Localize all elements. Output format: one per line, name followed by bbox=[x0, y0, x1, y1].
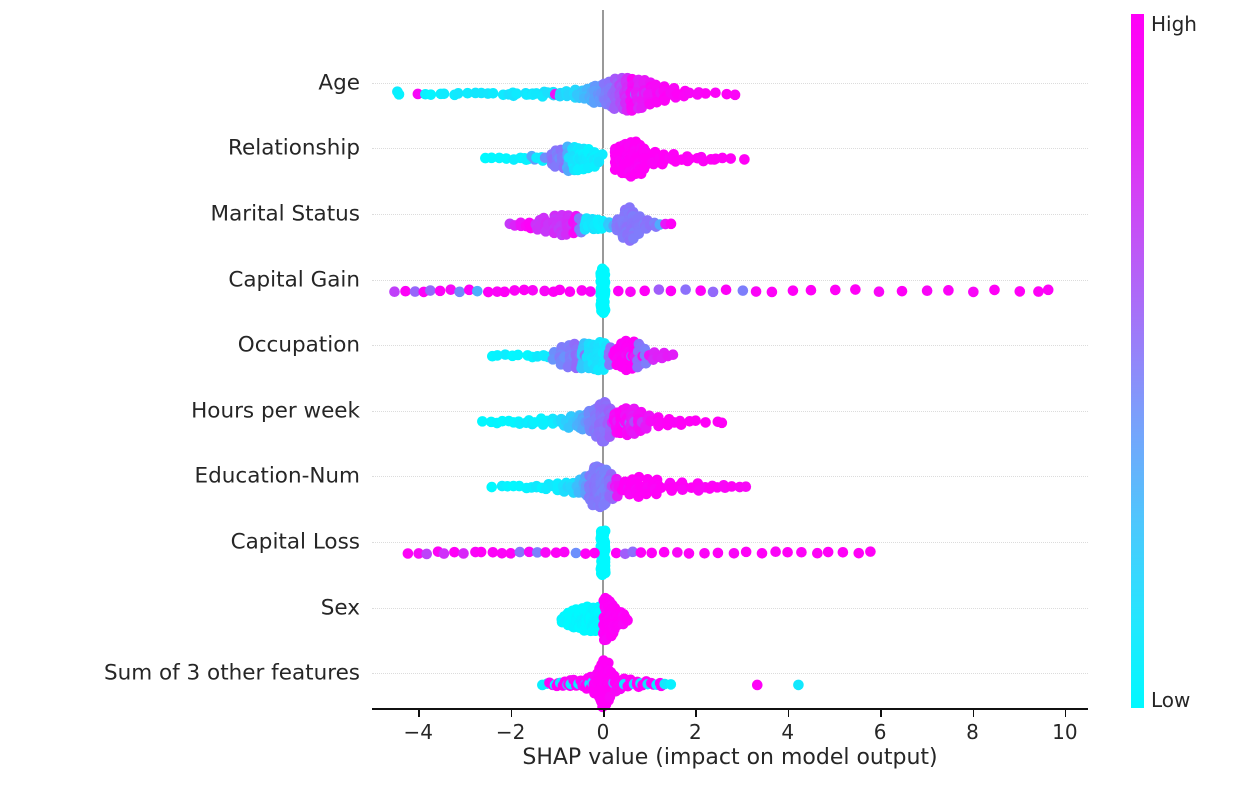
x-tick-label-2: 0 bbox=[596, 720, 610, 744]
feature-label-sum-of-3-other-features: Sum of 3 other features bbox=[103, 660, 360, 686]
beeswarm-row-capital-gain bbox=[389, 263, 1054, 318]
x-tick-label-5: 6 bbox=[873, 720, 887, 744]
x-tick-5 bbox=[880, 710, 882, 717]
x-tick-3 bbox=[695, 710, 697, 717]
x-tick-0 bbox=[418, 710, 420, 717]
feature-label-capital-gain: Capital Gain bbox=[228, 267, 360, 293]
shap-summary-plot: Age Relationship Marital Status Capital Gai… bbox=[0, 0, 1235, 789]
feature-label-capital-loss: Capital Loss bbox=[230, 529, 360, 555]
beeswarm-row-capital-loss bbox=[402, 525, 876, 581]
x-tick-1 bbox=[510, 710, 513, 717]
beeswarm-plot-area bbox=[372, 10, 1088, 713]
beeswarm-row-sex bbox=[556, 592, 633, 645]
feature-label-sex: Sex bbox=[320, 595, 360, 621]
x-tick-2 bbox=[602, 710, 605, 717]
beeswarm-row-occupation bbox=[487, 335, 679, 376]
feature-label-education-num: Education-Num bbox=[194, 463, 360, 489]
beeswarm-row-marital-status bbox=[504, 202, 677, 246]
x-tick-label-0: −4 bbox=[403, 720, 433, 744]
colorbar-gradient bbox=[1131, 14, 1144, 708]
beeswarm-row-relationship bbox=[480, 136, 750, 183]
x-tick-7 bbox=[1064, 710, 1067, 717]
beeswarm-row-age bbox=[392, 72, 741, 116]
x-axis-title: SHAP value (impact on model output) bbox=[522, 745, 938, 770]
x-tick-6 bbox=[972, 710, 975, 717]
beeswarm-row-education-num bbox=[486, 461, 752, 513]
colorbar-group: High Low Feature value bbox=[1131, 12, 1235, 712]
x-tick-label-4: 4 bbox=[781, 720, 795, 744]
colorbar-low-label: Low bbox=[1151, 688, 1191, 712]
feature-label-column: Age Relationship Marital Status Capital Gai… bbox=[0, 52, 360, 708]
x-tick-label-7: 10 bbox=[1052, 720, 1078, 744]
feature-label-age: Age bbox=[318, 70, 360, 96]
feature-label-occupation: Occupation bbox=[237, 332, 360, 358]
colorbar-high-label: High bbox=[1151, 12, 1197, 36]
x-tick-label-1: −2 bbox=[495, 720, 526, 744]
feature-label-relationship: Relationship bbox=[228, 135, 360, 161]
x-axis: −4 −2 0 2 4 6 8 10 bbox=[372, 708, 1088, 744]
feature-label-marital-status: Marital Status bbox=[210, 201, 360, 227]
x-tick-4 bbox=[787, 710, 790, 717]
feature-label-hours-per-week: Hours per week bbox=[191, 398, 360, 424]
x-tick-label-3: 2 bbox=[688, 720, 702, 744]
beeswarm-row-sum-of-3-other-features bbox=[537, 655, 804, 713]
beeswarm-row-hours-per-week bbox=[477, 396, 728, 447]
x-tick-label-6: 8 bbox=[966, 720, 979, 744]
